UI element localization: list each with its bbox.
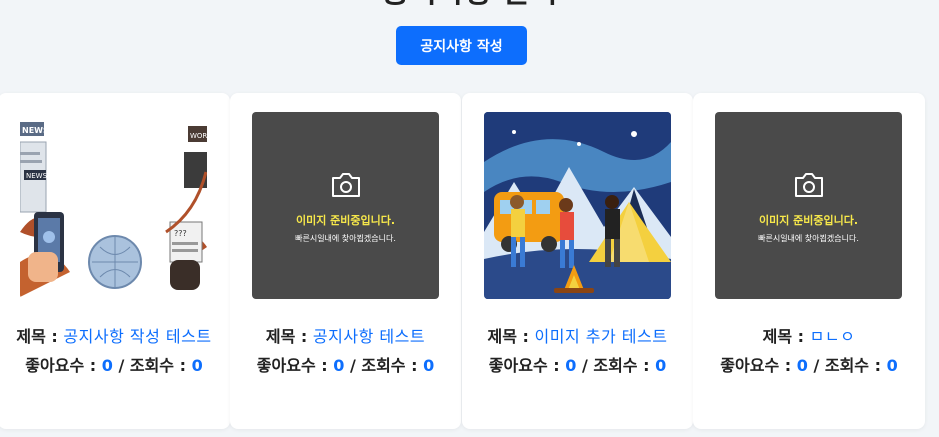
title-label: 제목 : (487, 327, 529, 346)
stats-separator: / (118, 356, 125, 375)
notice-title: 제목 : ㅁㄴㅇ (703, 327, 915, 347)
views-label: 조회수 : (361, 356, 418, 375)
views-count: 0 (423, 356, 435, 375)
camping-illustration (484, 112, 671, 299)
notice-title: 제목 : 공지사항 테스트 (240, 327, 451, 347)
stats-separator: / (581, 356, 588, 375)
likes-label: 좋아요수 : (25, 356, 97, 375)
views-label: 조회수 : (129, 356, 186, 375)
views-label: 조회수 : (593, 356, 650, 375)
notice-title-link[interactable]: 공지사항 작성 테스트 (63, 327, 211, 346)
news-illustration: NEWS NEWS WOR ??? (20, 122, 207, 297)
notice-card[interactable]: 제목 : 이미지 추가 테스트 좋아요수 : 0 / 조회수 : 0 (462, 93, 693, 429)
camera-icon (794, 173, 823, 197)
notice-stats: 좋아요수 : 0 / 조회수 : 0 (240, 356, 451, 376)
title-label: 제목 : (265, 327, 308, 346)
notice-title-link[interactable]: ㅁㄴㅇ (810, 327, 856, 346)
notice-thumbnail-placeholder[interactable]: 이미지 준비중입니다. 빠른시일내에 찾아뵙겠습니다. (252, 112, 439, 299)
placeholder-subtitle: 빠른시일내에 찾아뵙겠습니다. (758, 234, 859, 243)
camera-icon (331, 173, 360, 197)
likes-label: 좋아요수 : (488, 356, 560, 375)
stats-separator: / (813, 356, 820, 375)
svg-text:NEWS: NEWS (22, 126, 49, 135)
notice-thumbnail[interactable]: NEWS NEWS WOR ??? (20, 112, 207, 299)
placeholder-title: 이미지 준비중입니다. (758, 214, 859, 227)
likes-label: 좋아요수 : (256, 356, 328, 375)
svg-text:???: ??? (174, 229, 187, 238)
svg-text:NEWS: NEWS (26, 172, 48, 180)
notice-title-link[interactable]: 이미지 추가 테스트 (535, 327, 668, 346)
likes-label: 좋아요수 : (720, 356, 792, 375)
stats-separator: / (349, 356, 356, 375)
notice-card[interactable]: 이미지 준비중입니다. 빠른시일내에 찾아뵙겠습니다. 제목 : 공지사항 테스… (230, 93, 461, 429)
likes-count: 0 (565, 356, 577, 375)
page-title: 공지사항 관리 (0, 0, 939, 8)
views-count: 0 (191, 356, 203, 375)
views-count: 0 (655, 356, 667, 375)
notice-stats: 좋아요수 : 0 / 조회수 : 0 (8, 356, 220, 376)
views-count: 0 (886, 356, 898, 375)
notice-thumbnail[interactable] (484, 112, 671, 299)
likes-count: 0 (101, 356, 113, 375)
notice-title: 제목 : 이미지 추가 테스트 (472, 327, 683, 347)
notice-stats: 좋아요수 : 0 / 조회수 : 0 (703, 356, 915, 376)
notice-stats: 좋아요수 : 0 / 조회수 : 0 (472, 356, 683, 376)
notice-title: 제목 : 공지사항 작성 테스트 (8, 327, 220, 347)
title-label: 제목 : (762, 327, 805, 346)
write-notice-button[interactable]: 공지사항 작성 (396, 26, 527, 65)
notice-card[interactable]: 이미지 준비중입니다. 빠른시일내에 찾아뵙겠습니다. 제목 : ㅁㄴㅇ 좋아요… (693, 93, 925, 429)
notice-thumbnail-placeholder[interactable]: 이미지 준비중입니다. 빠른시일내에 찾아뵙겠습니다. (715, 112, 902, 299)
likes-count: 0 (796, 356, 808, 375)
views-label: 조회수 : (824, 356, 881, 375)
placeholder-subtitle: 빠른시일내에 찾아뵙겠습니다. (295, 234, 396, 243)
notice-title-link[interactable]: 공지사항 테스트 (313, 327, 425, 346)
svg-text:WOR: WOR (190, 132, 207, 140)
placeholder-title: 이미지 준비중입니다. (295, 214, 396, 227)
title-label: 제목 : (16, 327, 58, 346)
likes-count: 0 (333, 356, 345, 375)
notice-card[interactable]: NEWS NEWS WOR ??? 제목: 공지사항 작성 테스트 좋아요수 … (0, 93, 230, 429)
